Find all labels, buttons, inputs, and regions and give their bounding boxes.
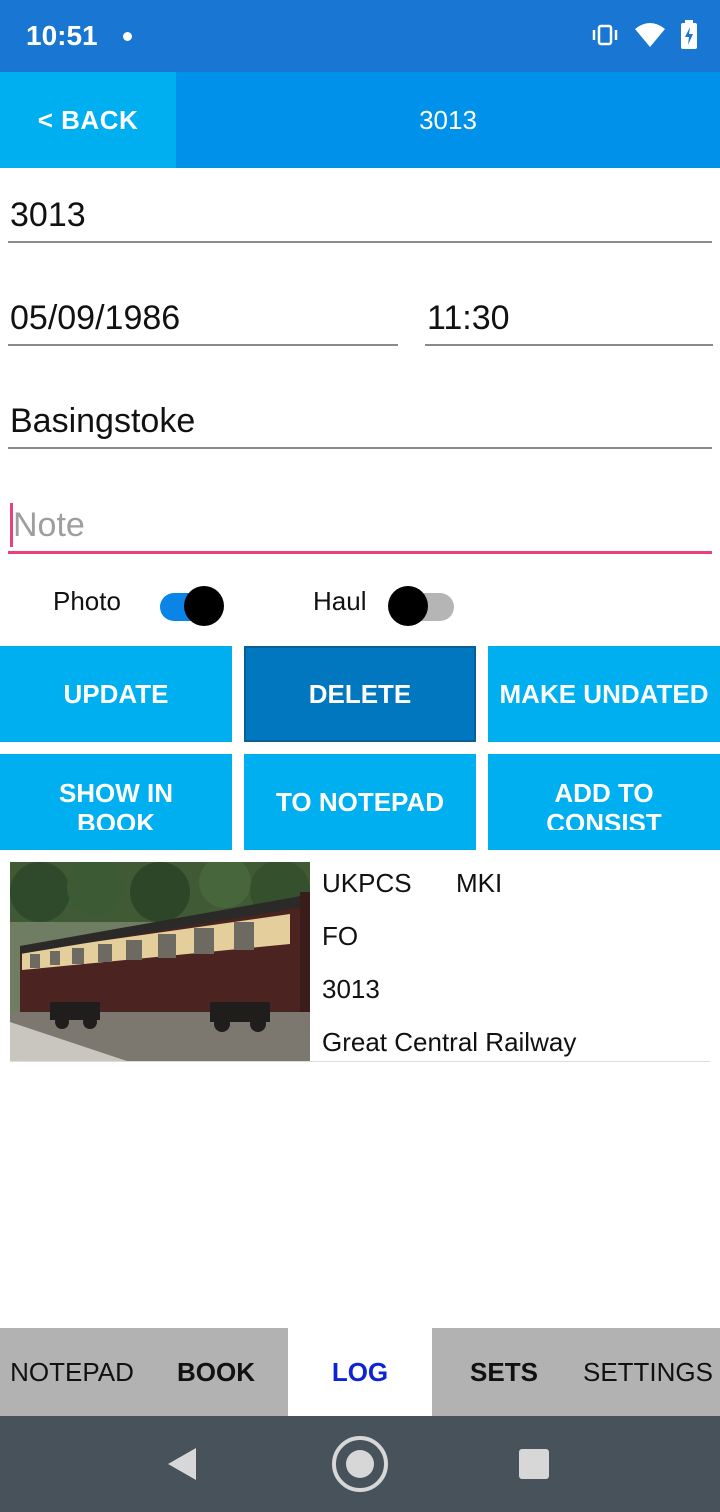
card-divider: [10, 1061, 710, 1062]
delete-button[interactable]: DELETE: [244, 646, 476, 742]
date-value: 05/09/1986: [10, 299, 181, 337]
number-field[interactable]: 3013: [8, 180, 712, 243]
notification-dot-icon: [123, 32, 132, 41]
tab-settings[interactable]: SETTINGS: [576, 1328, 720, 1416]
vehicle-photo[interactable]: [10, 862, 310, 1062]
haul-toggle[interactable]: [386, 584, 458, 628]
update-button[interactable]: UPDATE: [0, 646, 232, 742]
photo-toggle[interactable]: [156, 584, 228, 628]
back-button[interactable]: < BACK: [0, 72, 176, 168]
home-nav-icon[interactable]: [330, 1434, 390, 1494]
photo-toggle-thumb: [184, 586, 224, 626]
card-code: UKPCS: [322, 868, 412, 898]
time-value: 11:30: [427, 299, 510, 337]
page-title: 3013: [419, 104, 477, 135]
card-type: FO: [322, 921, 359, 951]
date-field[interactable]: 05/09/1986: [8, 282, 398, 346]
back-nav-icon[interactable]: [164, 1446, 200, 1482]
to-notepad-button[interactable]: TO NOTEPAD: [244, 754, 476, 850]
add-to-consist-button[interactable]: ADD TO CONSIST: [488, 754, 720, 850]
battery-charging-icon: [681, 20, 697, 49]
status-icons: [590, 20, 698, 50]
recents-nav-icon[interactable]: [518, 1448, 550, 1480]
status-bar: 10:51: [0, 0, 720, 72]
note-field[interactable]: Note: [8, 489, 712, 554]
bottom-tab-bar: NOTEPAD BOOK LOG SETS SETTINGS: [0, 1328, 720, 1416]
status-time: 10:51: [26, 20, 98, 51]
location-value: Basingstoke: [10, 402, 196, 440]
tab-book[interactable]: BOOK: [144, 1328, 288, 1416]
vibrate-icon: [592, 24, 618, 46]
card-railway: Great Central Railway: [322, 1027, 577, 1057]
header: < BACK 3013: [0, 72, 720, 168]
show-in-book-button[interactable]: SHOW IN BOOK: [0, 754, 232, 850]
wifi-icon: [635, 23, 665, 47]
system-nav-bar: [0, 1416, 720, 1512]
location-field[interactable]: Basingstoke: [8, 385, 712, 449]
photo-toggle-label: Photo: [53, 586, 121, 616]
tab-sets[interactable]: SETS: [432, 1328, 576, 1416]
make-undated-button[interactable]: MAKE UNDATED: [488, 646, 720, 742]
time-field[interactable]: 11:30: [425, 282, 713, 346]
carriage-photo-image: [10, 862, 310, 1062]
card-mark: MKI: [456, 868, 503, 898]
haul-toggle-label: Haul: [313, 586, 367, 616]
card-number: 3013: [322, 974, 380, 1004]
note-placeholder: Note: [13, 506, 85, 544]
number-value: 3013: [10, 196, 86, 234]
add-to-consist-label: ADD TO CONSIST: [546, 778, 662, 830]
tab-log[interactable]: LOG: [288, 1328, 432, 1416]
show-in-book-label: SHOW IN BOOK: [58, 778, 174, 830]
tab-notepad[interactable]: NOTEPAD: [0, 1328, 144, 1416]
haul-toggle-thumb: [388, 586, 428, 626]
